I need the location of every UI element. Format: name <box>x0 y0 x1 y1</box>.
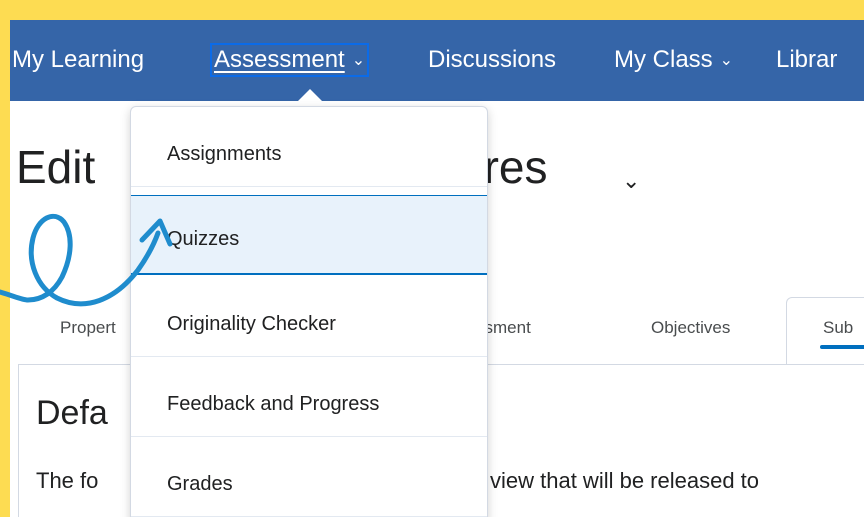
assessment-dropdown-menu: Assignments Quizzes Originality Checker … <box>130 106 488 517</box>
menu-item-label: Originality Checker <box>167 313 336 335</box>
menu-item-label: Feedback and Progress <box>167 393 380 415</box>
menu-item-label: Assignments <box>167 143 282 165</box>
menu-item-quizzes[interactable]: Quizzes <box>131 195 487 275</box>
menu-item-grades[interactable]: Grades <box>131 437 487 517</box>
chevron-down-icon: ⌄ <box>719 52 734 69</box>
nav-library-label: Librar <box>776 46 838 73</box>
nav-my-class-label: My Class <box>614 46 713 73</box>
tab-objectives[interactable]: Objectives <box>651 318 730 338</box>
chevron-down-icon[interactable]: ⌄ <box>622 168 640 194</box>
nav-discussions-label: Discussions <box>428 46 557 73</box>
menu-item-feedback-and-progress[interactable]: Feedback and Progress <box>131 357 487 437</box>
tab-submission-label: Sub <box>823 318 854 337</box>
menu-item-assignments[interactable]: Assignments <box>131 107 487 187</box>
menu-item-originality-checker[interactable]: Originality Checker <box>131 277 487 357</box>
nav-my-learning-label: My Learning <box>12 46 145 73</box>
body-text: The fo <box>36 468 99 493</box>
dropdown-caret <box>297 89 323 102</box>
nav-library[interactable]: Librar <box>776 45 837 75</box>
nav-assessment[interactable]: Assessment ⌄ <box>209 43 370 77</box>
nav-discussions[interactable]: Discussions <box>428 45 556 75</box>
nav-assessment-label: Assessment <box>214 46 345 73</box>
nav-my-class[interactable]: My Class ⌄ <box>614 45 733 75</box>
section-heading: Defa <box>36 394 108 432</box>
page-title: Edit <box>16 141 96 193</box>
top-navbar: My Learning Assessment ⌄ Discussions My C… <box>10 20 864 101</box>
menu-item-label: Grades <box>167 473 233 495</box>
tab-properties[interactable]: Propert <box>60 318 116 338</box>
body-text-continued: view that will be released to <box>490 468 760 493</box>
app-frame: My Learning Assessment ⌄ Discussions My C… <box>10 20 864 517</box>
active-tab-indicator <box>820 345 864 349</box>
menu-item-label: Quizzes <box>167 228 240 250</box>
nav-my-learning[interactable]: My Learning <box>12 45 144 75</box>
chevron-down-icon: ⌄ <box>351 52 366 69</box>
